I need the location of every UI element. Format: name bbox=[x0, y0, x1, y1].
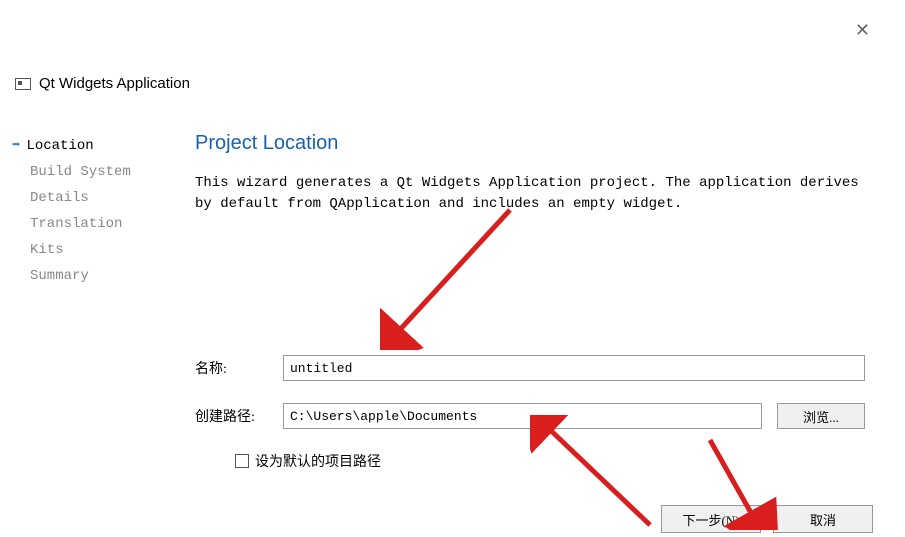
name-label: 名称: bbox=[195, 358, 283, 378]
sidebar-label: Details bbox=[30, 190, 89, 206]
wizard-sidebar: ➡ Location Build System Details Translat… bbox=[0, 132, 195, 471]
sidebar-label: Location bbox=[26, 138, 93, 154]
default-path-checkbox[interactable] bbox=[235, 454, 249, 468]
sidebar-item-location[interactable]: ➡ Location bbox=[30, 132, 195, 159]
name-row: 名称: bbox=[195, 355, 865, 381]
browse-button[interactable]: 浏览... bbox=[777, 403, 865, 429]
sidebar-item-details: Details bbox=[30, 185, 195, 211]
sidebar-item-summary: Summary bbox=[30, 263, 195, 289]
path-input[interactable] bbox=[283, 403, 762, 429]
sidebar-label: Build System bbox=[30, 164, 131, 180]
default-path-row: 设为默认的项目路径 bbox=[235, 451, 865, 471]
page-heading: Project Location bbox=[195, 132, 865, 155]
sidebar-label: Kits bbox=[30, 242, 64, 258]
arrow-right-icon: ➡ bbox=[12, 137, 20, 154]
app-icon bbox=[15, 78, 31, 90]
close-icon[interactable]: ✕ bbox=[855, 20, 870, 41]
sidebar-item-translation: Translation bbox=[30, 211, 195, 237]
path-row: 创建路径: 浏览... bbox=[195, 403, 865, 429]
sidebar-label: Translation bbox=[30, 216, 122, 232]
cancel-button[interactable]: 取消 bbox=[773, 505, 873, 533]
main-panel: Project Location This wizard generates a… bbox=[195, 132, 905, 471]
sidebar-label: Summary bbox=[30, 268, 89, 284]
sidebar-item-build-system: Build System bbox=[30, 159, 195, 185]
path-label: 创建路径: bbox=[195, 406, 283, 426]
title-bar: Qt Widgets Application bbox=[0, 0, 905, 92]
page-description: This wizard generates a Qt Widgets Appli… bbox=[195, 173, 865, 215]
button-bar: 下一步(N) 取消 bbox=[661, 505, 873, 533]
default-path-label: 设为默认的项目路径 bbox=[255, 451, 381, 471]
window-title: Qt Widgets Application bbox=[39, 75, 190, 92]
next-button[interactable]: 下一步(N) bbox=[661, 505, 761, 533]
sidebar-item-kits: Kits bbox=[30, 237, 195, 263]
name-input[interactable] bbox=[283, 355, 865, 381]
